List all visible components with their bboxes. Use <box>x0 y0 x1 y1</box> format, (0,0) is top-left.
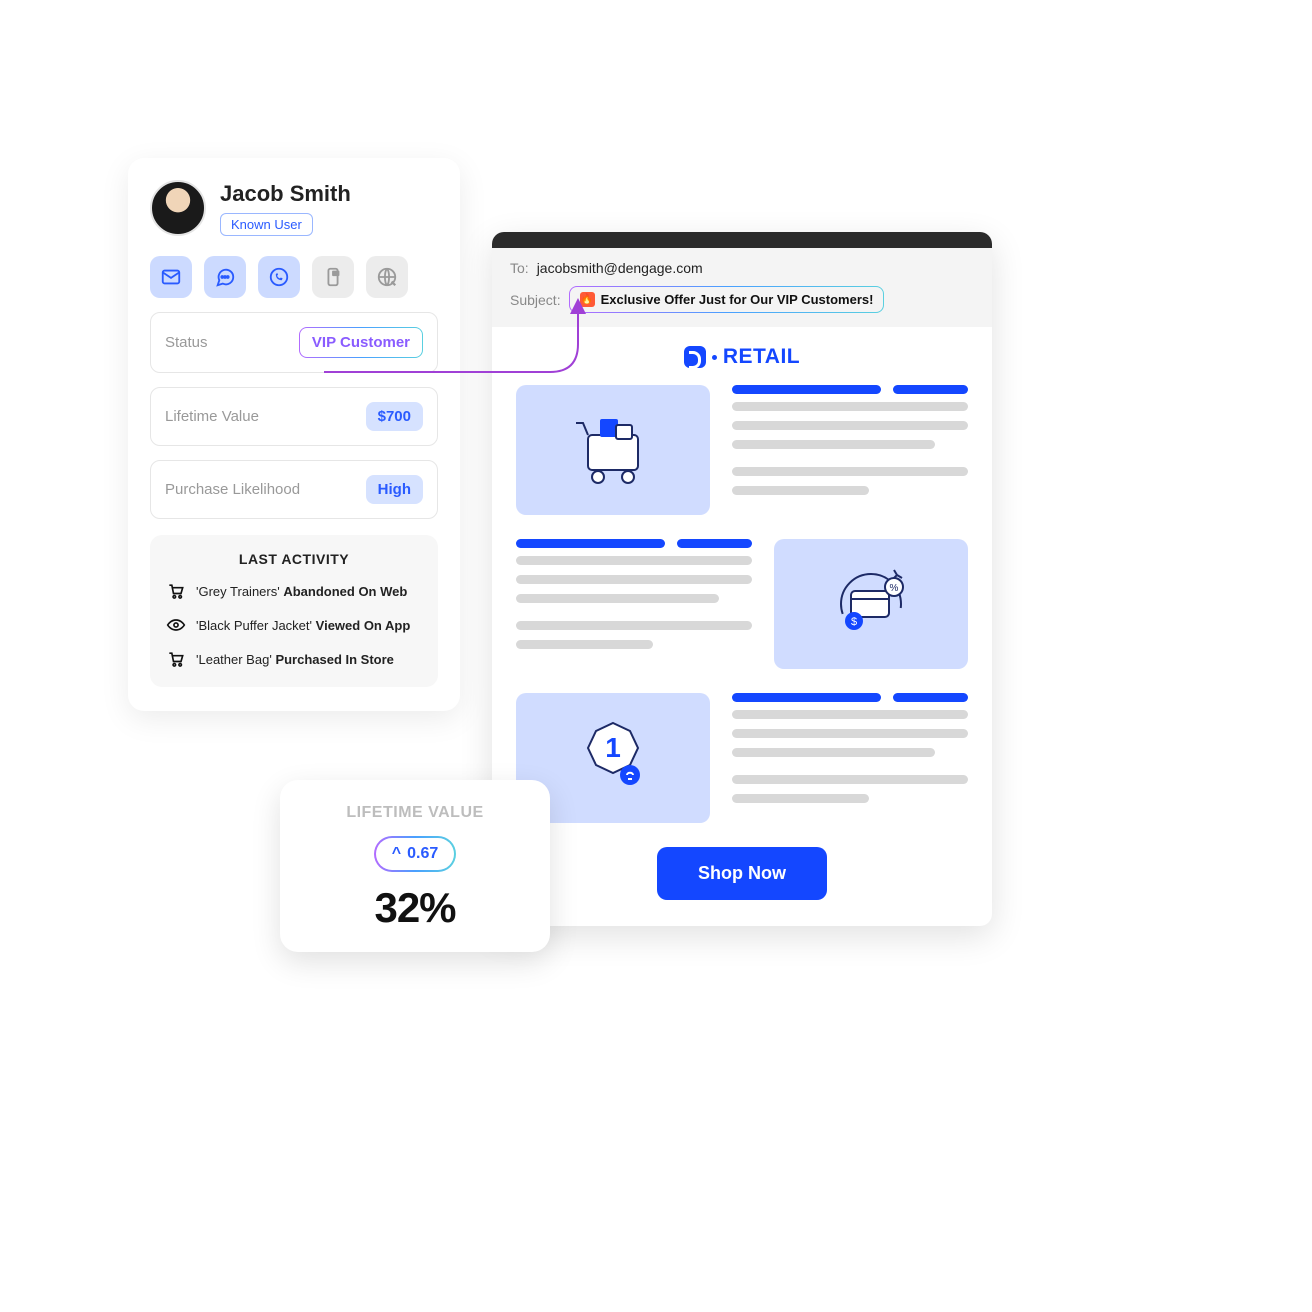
brand-text: RETAIL <box>723 345 800 369</box>
svg-text:1: 1 <box>605 732 621 763</box>
placeholder-lines <box>732 693 968 823</box>
ltv-delta-pill: ^ 0.67 <box>374 836 456 872</box>
shop-now-button[interactable]: Shop Now <box>657 847 827 900</box>
likelihood-row: Purchase Likelihood High <box>150 460 438 519</box>
subject-pill: 🔥 Exclusive Offer Just for Our VIP Custo… <box>569 286 885 313</box>
activity-product: Black Puffer Jacket <box>196 618 312 633</box>
email-header: To: jacobsmith@dengage.com Subject: 🔥 Ex… <box>492 248 992 327</box>
eye-icon <box>166 615 186 635</box>
chevron-up-icon: ^ <box>392 845 401 863</box>
subject-value: Exclusive Offer Just for Our VIP Custome… <box>601 292 874 307</box>
push-icon[interactable] <box>312 256 354 298</box>
svg-text:$: $ <box>851 616 857 628</box>
placeholder-lines <box>732 385 968 515</box>
ltv-value: $700 <box>366 402 423 431</box>
status-badge: VIP Customer <box>299 327 423 358</box>
content-row: %$ <box>516 539 968 669</box>
activity-action: Purchased In Store <box>275 652 393 667</box>
activity-action: Abandoned On Web <box>283 584 407 599</box>
ltv-delta: 0.67 <box>407 845 438 863</box>
whatsapp-icon[interactable] <box>258 256 300 298</box>
email-body: RETAIL %$ <box>492 327 992 926</box>
email-icon[interactable] <box>150 256 192 298</box>
ltv-card: LIFETIME VALUE ^ 0.67 32% <box>280 780 550 952</box>
fire-icon: 🔥 <box>580 292 595 307</box>
cart-icon <box>166 649 186 669</box>
email-titlebar <box>492 232 992 248</box>
activity-item: Black Puffer Jacket Viewed On App <box>166 615 422 635</box>
likelihood-value: High <box>366 475 423 504</box>
brand-logo: RETAIL <box>516 345 968 369</box>
brand-dot-icon <box>712 355 717 360</box>
subject-label: Subject: <box>510 292 561 308</box>
last-activity: LAST ACTIVITY Grey Trainers Abandoned On… <box>150 535 438 687</box>
activity-item: Leather Bag Purchased In Store <box>166 649 422 669</box>
cart-icon <box>166 581 186 601</box>
discount-illustration: %$ <box>774 539 968 669</box>
last-activity-title: LAST ACTIVITY <box>166 551 422 567</box>
svg-text:%: % <box>890 583 899 594</box>
channel-row <box>150 256 438 298</box>
activity-product: Leather Bag <box>196 652 272 667</box>
activity-action: Viewed On App <box>316 618 411 633</box>
chat-icon[interactable] <box>204 256 246 298</box>
profile-card: Jacob Smith Known User Status VIP Custom… <box>128 158 460 711</box>
email-preview: To: jacobsmith@dengage.com Subject: 🔥 Ex… <box>492 232 992 926</box>
to-label: To: <box>510 260 529 276</box>
ltv-label: Lifetime Value <box>165 408 259 425</box>
brand-mark-icon <box>684 346 706 368</box>
activity-product: Grey Trainers <box>196 584 280 599</box>
content-row: 1 <box>516 693 968 823</box>
ltv-card-title: LIFETIME VALUE <box>302 804 528 822</box>
to-value: jacobsmith@dengage.com <box>537 260 703 276</box>
content-row <box>516 385 968 515</box>
activity-item: Grey Trainers Abandoned On Web <box>166 581 422 601</box>
status-row: Status VIP Customer <box>150 312 438 373</box>
avatar <box>150 180 206 236</box>
ltv-row: Lifetime Value $700 <box>150 387 438 446</box>
placeholder-lines <box>516 539 752 669</box>
web-icon[interactable] <box>366 256 408 298</box>
profile-name: Jacob Smith <box>220 181 351 207</box>
known-user-badge: Known User <box>220 213 313 236</box>
profile-header: Jacob Smith Known User <box>150 180 438 236</box>
likelihood-label: Purchase Likelihood <box>165 481 300 498</box>
status-label: Status <box>165 334 208 351</box>
cart-illustration <box>516 385 710 515</box>
ltv-percent: 32% <box>302 884 528 932</box>
